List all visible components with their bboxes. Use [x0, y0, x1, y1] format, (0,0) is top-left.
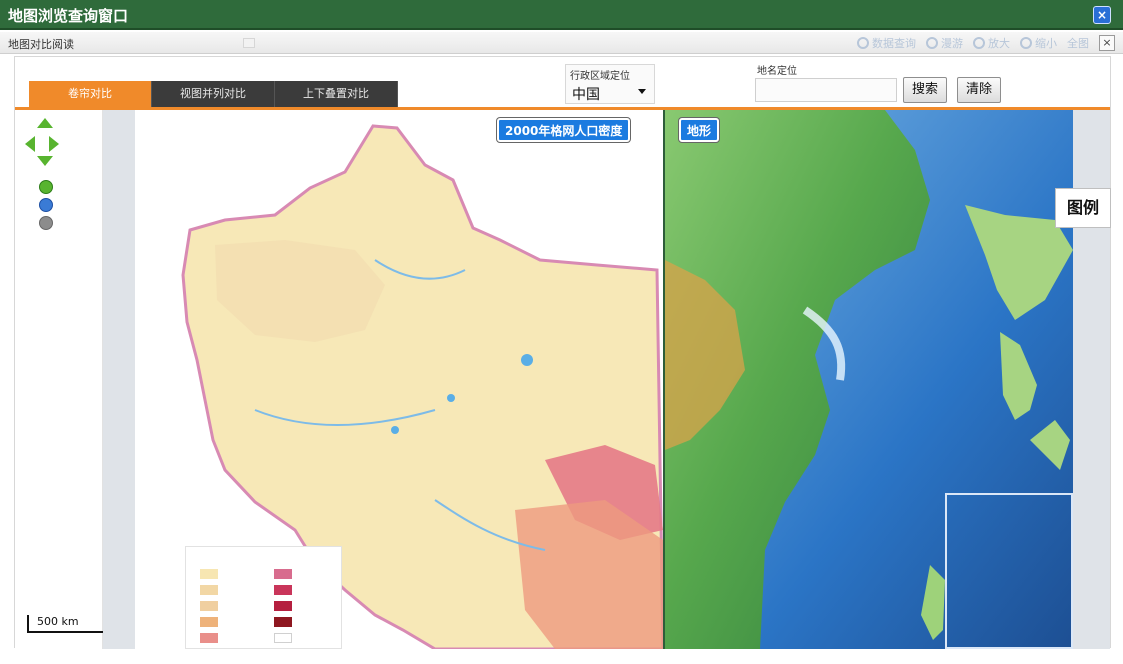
admin-location-select[interactable]: 行政区域定位 中国: [565, 64, 655, 104]
legend-swatch: [200, 569, 218, 579]
toolbar-label: 放大: [988, 37, 1010, 50]
pan-left-icon[interactable]: [25, 136, 35, 152]
inset-frame: [945, 493, 1073, 649]
pan-down-icon[interactable]: [37, 156, 53, 166]
scale-bar: 500 km: [27, 615, 107, 633]
subpanel-close-button[interactable]: ×: [1099, 35, 1115, 51]
zoom-out-icon: [1020, 37, 1032, 49]
legend-swatch: [274, 585, 292, 595]
pan-controls: [25, 118, 65, 238]
admin-location-value: 中国: [572, 87, 600, 103]
legend-swatch: [274, 617, 292, 627]
legend-tab-button[interactable]: 图例: [1055, 188, 1111, 228]
tab-side-by-side-compare[interactable]: 视图并列对比: [152, 81, 275, 107]
place-search-label: 地名定位: [757, 66, 797, 77]
toolbar-item-data-query[interactable]: 数据查询: [857, 35, 916, 51]
clear-button[interactable]: 清除: [957, 77, 1002, 103]
tab-swipe-compare[interactable]: 卷帘对比: [29, 81, 152, 107]
toolbar-item-pan[interactable]: 漫游: [926, 35, 963, 51]
map-frame[interactable]: 500 km 2000年格网人口密度 地形 图例: [15, 110, 1111, 649]
chevron-down-icon: [638, 89, 646, 94]
zoom-in-icon[interactable]: [39, 180, 53, 194]
right-terrain-map[interactable]: 地形: [665, 110, 1073, 649]
toolbar-label: 漫游: [941, 37, 963, 50]
title-bar: 地图浏览查询窗口 ×: [0, 0, 1123, 30]
map-controls-gutter: 500 km: [15, 110, 107, 649]
main-panel: 卷帘对比 视图并列对比 上下叠置对比 行政区域定位 中国 地名定位 搜索 清除 …: [14, 56, 1111, 649]
legend-swatch: [274, 569, 292, 579]
toolbar-label: 缩小: [1035, 37, 1057, 50]
toolbar-item-zoom-out[interactable]: 缩小: [1020, 35, 1057, 51]
search-button[interactable]: 搜索: [903, 77, 948, 103]
zoom-in-icon: [973, 37, 985, 49]
legend-swatch: [200, 633, 218, 643]
legend-swatch: [200, 601, 218, 611]
left-map-title: 2000年格网人口密度: [497, 118, 631, 142]
tab-overlay-compare[interactable]: 上下叠置对比: [275, 81, 398, 107]
legend-swatch: [274, 601, 292, 611]
pan-up-icon[interactable]: [37, 118, 53, 128]
left-population-map[interactable]: 2000年格网人口密度: [135, 110, 663, 649]
collapse-handle[interactable]: [243, 38, 255, 48]
legend-swatch: [200, 585, 218, 595]
admin-location-label: 行政区域定位: [570, 71, 630, 82]
toolbar-item-zoom-in[interactable]: 放大: [973, 35, 1010, 51]
sub-header: 地图对比阅读 数据查询 漫游 放大 缩小 全图 ×: [0, 32, 1123, 54]
toolbar-label: 全图: [1067, 37, 1089, 50]
info-icon[interactable]: [39, 198, 53, 212]
toolbar-label: 数据查询: [872, 37, 916, 50]
printer-icon: [857, 37, 869, 49]
scale-bar-label: 500 km: [37, 615, 79, 628]
toolbar: 数据查询 漫游 放大 缩小 全图: [857, 35, 1089, 51]
toolbar-item-full-extent[interactable]: 全图: [1067, 35, 1089, 51]
window-title: 地图浏览查询窗口: [8, 7, 129, 25]
pan-right-icon[interactable]: [49, 136, 59, 152]
sub-header-title: 地图对比阅读: [8, 38, 74, 51]
place-search-input[interactable]: [755, 78, 897, 102]
left-map-gutter: [103, 110, 135, 649]
right-map-title: 地形: [679, 118, 720, 142]
comparison-tabs: 卷帘对比 视图并列对比 上下叠置对比: [29, 81, 398, 107]
hand-icon: [926, 37, 938, 49]
window-close-button[interactable]: ×: [1093, 6, 1111, 24]
map-legend-panel: [185, 546, 342, 649]
legend-swatch: [200, 617, 218, 627]
legend-swatch: [274, 633, 292, 643]
zoom-out-icon[interactable]: [39, 216, 53, 230]
